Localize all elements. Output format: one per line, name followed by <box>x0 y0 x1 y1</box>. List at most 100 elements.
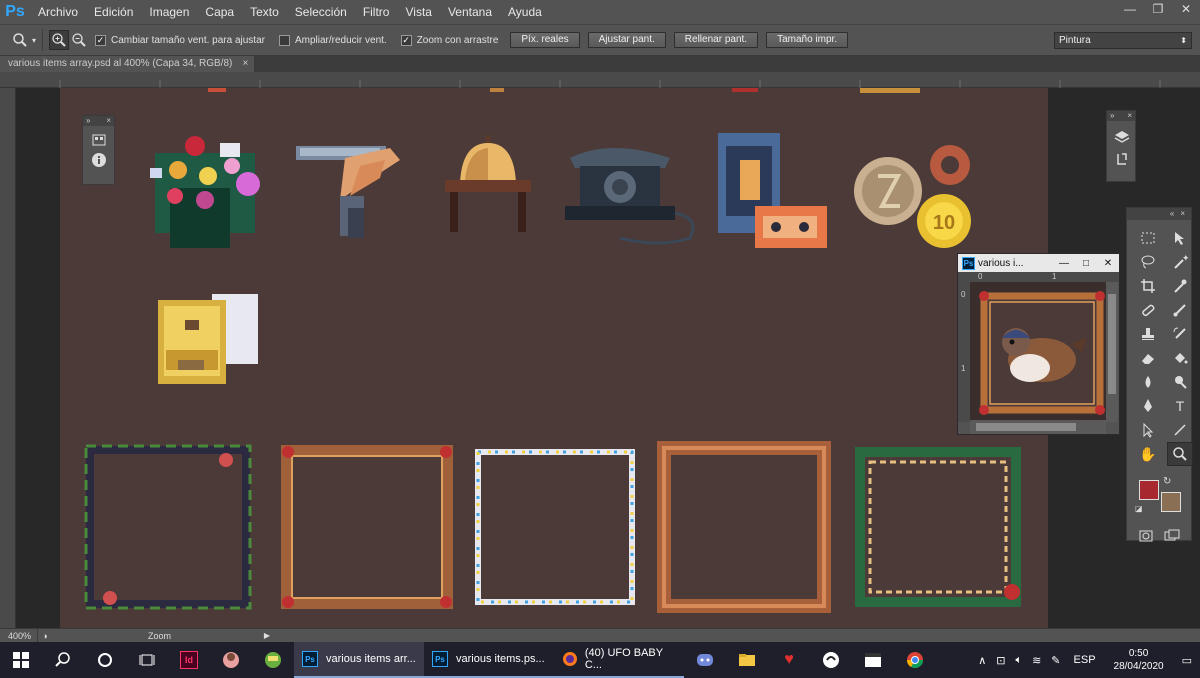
line-tool-icon[interactable] <box>1167 418 1193 442</box>
minimize-button[interactable]: — <box>1116 0 1144 18</box>
channels-icon[interactable] <box>83 126 114 148</box>
chrome-icon[interactable] <box>894 642 936 678</box>
path-selection-icon[interactable] <box>1135 418 1161 442</box>
network-icon[interactable]: ⊡ <box>991 654 1010 667</box>
fit-screen-button[interactable]: Ajustar pant. <box>587 32 666 48</box>
taskbar-app-photoshop-1[interactable]: Ps various items arr... <box>294 642 424 678</box>
expand-icon[interactable]: » <box>1110 111 1114 121</box>
layers-icon[interactable] <box>1107 121 1135 145</box>
pen-tool-icon[interactable] <box>1135 394 1161 418</box>
zoom-all-windows-checkbox[interactable]: Ampliar/reducir vent. <box>278 34 387 46</box>
hand-tool-icon[interactable]: ✋ <box>1135 442 1161 466</box>
background-color-swatch[interactable] <box>1161 492 1181 512</box>
character-app-icon[interactable] <box>210 642 252 678</box>
info-icon[interactable] <box>83 148 114 168</box>
zoom-tool-icon[interactable] <box>1167 442 1193 466</box>
floating-window-titlebar[interactable]: Ps various i... — □ ✕ <box>958 254 1119 272</box>
brush-tool-icon[interactable] <box>1167 298 1193 322</box>
minimize-icon[interactable]: — <box>1053 254 1075 272</box>
cortana-icon[interactable] <box>84 642 126 678</box>
collapse-icon[interactable]: « <box>1170 208 1174 220</box>
restore-button[interactable]: ❐ <box>1144 0 1172 18</box>
panel-header[interactable]: » × <box>1107 111 1135 121</box>
floating-ruler-vertical[interactable]: 0 1 <box>958 282 970 422</box>
maximize-icon[interactable]: □ <box>1075 254 1097 272</box>
magic-wand-icon[interactable]: ✦ <box>1167 250 1193 274</box>
floating-scrollbar-vertical[interactable] <box>1106 282 1118 422</box>
document-tab[interactable]: various items array.psd al 400% (Capa 34… <box>0 56 255 72</box>
type-tool-icon[interactable]: T <box>1167 394 1193 418</box>
marquee-tool-icon[interactable] <box>1135 226 1161 250</box>
close-icon[interactable]: × <box>106 116 111 126</box>
scroll-thumb[interactable] <box>976 423 1076 431</box>
volume-icon[interactable]: 🔈︎ <box>1010 654 1027 667</box>
zoom-in-icon[interactable] <box>49 30 70 50</box>
floating-document-window[interactable]: Ps various i... — □ ✕ 0 1 0 1 <box>957 253 1120 435</box>
clapper-app-icon[interactable] <box>852 642 894 678</box>
indesign-icon[interactable]: Id <box>168 642 210 678</box>
document-canvas[interactable]: 10 » × <box>60 88 1048 628</box>
zoom-tool-preset-icon[interactable] <box>10 30 30 50</box>
eraser-tool-icon[interactable] <box>1135 346 1161 370</box>
paint-bucket-icon[interactable] <box>1167 346 1193 370</box>
menu-ventana[interactable]: Ventana <box>440 0 500 24</box>
workspace-select[interactable]: Pintura ⬍ <box>1054 32 1192 49</box>
windows-start-icon[interactable] <box>0 642 42 678</box>
menu-capa[interactable]: Capa <box>197 0 242 24</box>
clock[interactable]: 0:50 28/04/2020 <box>1104 647 1174 673</box>
menu-ayuda[interactable]: Ayuda <box>500 0 550 24</box>
dodge-tool-icon[interactable] <box>1167 370 1193 394</box>
wifi-icon[interactable]: ≋ <box>1027 654 1046 667</box>
resize-windows-checkbox[interactable]: ✓ Cambiar tamaño vent. para ajustar <box>95 34 265 46</box>
taskbar-app-firefox[interactable]: (40) UFO BABY C... <box>554 642 684 678</box>
fill-screen-button[interactable]: Rellenar pant. <box>673 32 759 48</box>
lasso-tool-icon[interactable] <box>1135 250 1161 274</box>
eyedropper-icon[interactable] <box>1167 274 1193 298</box>
quick-mask-icon[interactable] <box>1138 528 1154 544</box>
scrubby-zoom-checkbox[interactable]: ✓ Zoom con arrastre <box>400 34 498 46</box>
crop-tool-icon[interactable] <box>1135 274 1161 298</box>
menu-texto[interactable]: Texto <box>242 0 287 24</box>
floating-scrollbar-horizontal[interactable] <box>970 420 1106 434</box>
screen-mode-icon[interactable] <box>1164 528 1180 544</box>
menu-filtro[interactable]: Filtro <box>355 0 398 24</box>
language-indicator[interactable]: ESP <box>1066 654 1104 666</box>
print-size-button[interactable]: Tamaño impr. <box>766 32 849 48</box>
discord-icon[interactable] <box>684 642 726 678</box>
panel-header[interactable]: «× <box>1127 208 1191 220</box>
menu-edicion[interactable]: Edición <box>86 0 141 24</box>
close-icon[interactable]: ✕ <box>1097 254 1119 272</box>
close-tab-icon[interactable]: × <box>243 56 249 72</box>
status-menu-arrow-icon[interactable]: ▶ <box>264 631 270 640</box>
swap-colors-icon[interactable]: ↻ <box>1163 476 1171 487</box>
default-colors-icon[interactable]: ◪ <box>1135 504 1143 513</box>
stamp-tool-icon[interactable] <box>1135 322 1161 346</box>
panel-header[interactable]: » × <box>83 116 114 126</box>
menu-vista[interactable]: Vista <box>397 0 439 24</box>
preset-dropdown-icon[interactable]: ▾ <box>32 36 36 45</box>
search-icon[interactable] <box>42 642 84 678</box>
heart-app-icon[interactable]: ♥ <box>768 642 810 678</box>
menu-archivo[interactable]: Archivo <box>30 0 86 24</box>
actual-pixels-button[interactable]: Píx. reales <box>510 32 580 48</box>
scroll-thumb[interactable] <box>1108 294 1116 394</box>
history-icon[interactable] <box>1107 145 1135 167</box>
zoom-level-field[interactable]: 400% <box>0 628 38 643</box>
zoom-out-icon[interactable] <box>69 30 89 50</box>
expand-icon[interactable]: » <box>86 116 90 126</box>
close-button[interactable]: ✕ <box>1172 0 1200 18</box>
move-tool-icon[interactable] <box>1167 226 1193 250</box>
clip-studio-icon[interactable] <box>810 642 852 678</box>
tray-expand-icon[interactable]: ∧ <box>973 654 991 667</box>
share-icon[interactable]: ◑ <box>38 629 52 643</box>
floating-canvas[interactable] <box>970 282 1106 420</box>
healing-brush-icon[interactable] <box>1135 298 1161 322</box>
ruler-vertical[interactable] <box>0 88 16 628</box>
game-app-icon[interactable] <box>252 642 294 678</box>
close-icon[interactable]: × <box>1127 111 1132 121</box>
pen-icon[interactable]: ✎ <box>1046 654 1065 667</box>
task-view-icon[interactable] <box>126 642 168 678</box>
menu-seleccion[interactable]: Selección <box>287 0 355 24</box>
menu-imagen[interactable]: Imagen <box>141 0 197 24</box>
ruler-horizontal[interactable] <box>0 72 1200 88</box>
